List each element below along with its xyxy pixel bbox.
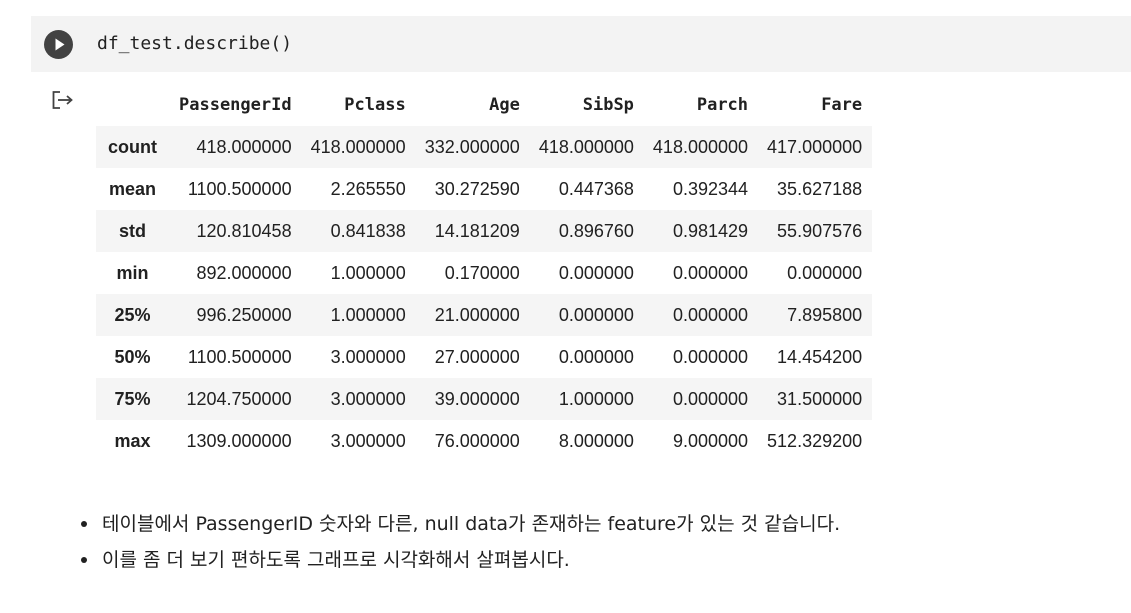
column-header: Age <box>489 95 520 115</box>
table-cell: 0.000000 <box>787 262 863 283</box>
table-row: mean 1100.500000 2.265550 30.272590 0.44… <box>96 168 873 210</box>
table-cell: 55.907576 <box>777 220 863 241</box>
table-cell: 0.392344 <box>672 178 749 199</box>
note-text: 이를 좀 더 보기 편하도록 그래프로 시각화해서 살펴봅시다. <box>102 549 570 571</box>
table-cell: 332.000000 <box>424 136 520 157</box>
table-cell: 418.000000 <box>652 136 749 157</box>
bullet-icon <box>81 557 87 563</box>
table-cell: 9.000000 <box>672 430 749 451</box>
row-label: count <box>108 136 157 157</box>
table-cell: 418.000000 <box>538 136 634 157</box>
table-cell: 0.000000 <box>558 346 634 367</box>
row-label: mean <box>108 178 157 199</box>
table-cell: 120.810458 <box>196 220 292 241</box>
table-cell: 14.454200 <box>777 346 863 367</box>
table-cell: 3.000000 <box>330 346 406 367</box>
index-header <box>96 84 170 126</box>
table-row: 25% 996.250000 1.000000 21.000000 0.0000… <box>96 294 873 336</box>
table-row: 75% 1204.750000 3.000000 39.000000 1.000… <box>96 378 873 420</box>
table-cell: 1.000000 <box>330 304 406 325</box>
table-row: count 418.000000 418.000000 332.000000 4… <box>96 126 873 168</box>
play-icon <box>55 38 65 51</box>
table-row: 50% 1100.500000 3.000000 27.000000 0.000… <box>96 336 873 378</box>
table-cell: 0.000000 <box>558 262 634 283</box>
table-row: std 120.810458 0.841838 14.181209 0.8967… <box>96 210 873 252</box>
column-header: Pclass <box>344 95 406 115</box>
row-label: 50% <box>114 346 151 367</box>
table-cell: 7.895800 <box>787 304 863 325</box>
table-row: min 892.000000 1.000000 0.170000 0.00000… <box>96 252 873 294</box>
table-cell: 35.627188 <box>777 178 863 199</box>
table-cell: 1309.000000 <box>186 430 292 451</box>
table-cell: 417.000000 <box>767 136 863 157</box>
table-cell: 0.981429 <box>672 220 749 241</box>
table-cell: 0.000000 <box>672 346 749 367</box>
table-cell: 39.000000 <box>434 388 520 409</box>
table-cell: 0.447368 <box>558 178 634 199</box>
table-cell: 21.000000 <box>434 304 520 325</box>
table-cell: 1100.500000 <box>187 346 292 367</box>
column-header: Fare <box>821 95 863 115</box>
table-cell: 0.000000 <box>672 304 749 325</box>
table-cell: 31.500000 <box>777 388 863 409</box>
column-header: SibSp <box>582 95 634 115</box>
table-cell: 512.329200 <box>767 430 863 451</box>
column-header: Parch <box>696 95 749 115</box>
table-cell: 8.000000 <box>558 430 634 451</box>
table-cell: 892.000000 <box>196 262 292 283</box>
table-cell: 1204.750000 <box>186 388 292 409</box>
table-row: max 1309.000000 3.000000 76.000000 8.000… <box>96 420 873 462</box>
row-label: min <box>116 262 149 283</box>
table-cell: 14.181209 <box>434 220 520 241</box>
code-cell[interactable]: df_test.describe() <box>31 16 1131 72</box>
row-label: std <box>119 220 146 241</box>
table-cell: 418.000000 <box>196 136 292 157</box>
list-item: 이를 좀 더 보기 편하도록 그래프로 시각화해서 살펴봅시다. <box>78 542 840 578</box>
table-cell: 996.250000 <box>196 304 292 325</box>
table-cell: 3.000000 <box>330 388 406 409</box>
table-cell: 0.170000 <box>444 262 520 283</box>
table-cell: 30.272590 <box>434 178 520 199</box>
run-cell-button[interactable] <box>44 30 73 59</box>
describe-table: PassengerId Pclass Age SibSp Parch Fare … <box>96 84 873 462</box>
table-cell: 2.265550 <box>330 178 406 199</box>
table-cell: 1.000000 <box>330 262 406 283</box>
bullet-icon <box>81 521 87 527</box>
markdown-notes: 테이블에서 PassengerID 숫자와 다른, null data가 존재하… <box>78 506 840 578</box>
table-cell: 0.896760 <box>558 220 634 241</box>
table-cell: 0.000000 <box>558 304 634 325</box>
row-label: max <box>114 430 151 451</box>
table-cell: 27.000000 <box>434 346 520 367</box>
table-cell: 1100.500000 <box>187 178 292 199</box>
row-label: 25% <box>114 304 151 325</box>
output-arrow-icon[interactable] <box>51 90 75 110</box>
row-label: 75% <box>114 388 151 409</box>
code-editor[interactable]: df_test.describe() <box>97 33 292 54</box>
note-text: 테이블에서 PassengerID 숫자와 다른, null data가 존재하… <box>102 513 841 535</box>
table-cell: 0.841838 <box>330 220 406 241</box>
table-cell: 0.000000 <box>672 388 749 409</box>
list-item: 테이블에서 PassengerID 숫자와 다른, null data가 존재하… <box>78 506 840 542</box>
table-cell: 1.000000 <box>558 388 634 409</box>
table-cell: 418.000000 <box>310 136 406 157</box>
table-cell: 76.000000 <box>434 430 520 451</box>
column-header: PassengerId <box>179 95 292 115</box>
table-cell: 0.000000 <box>672 262 749 283</box>
table-header-row: PassengerId Pclass Age SibSp Parch Fare <box>96 84 872 126</box>
table-cell: 3.000000 <box>330 430 406 451</box>
